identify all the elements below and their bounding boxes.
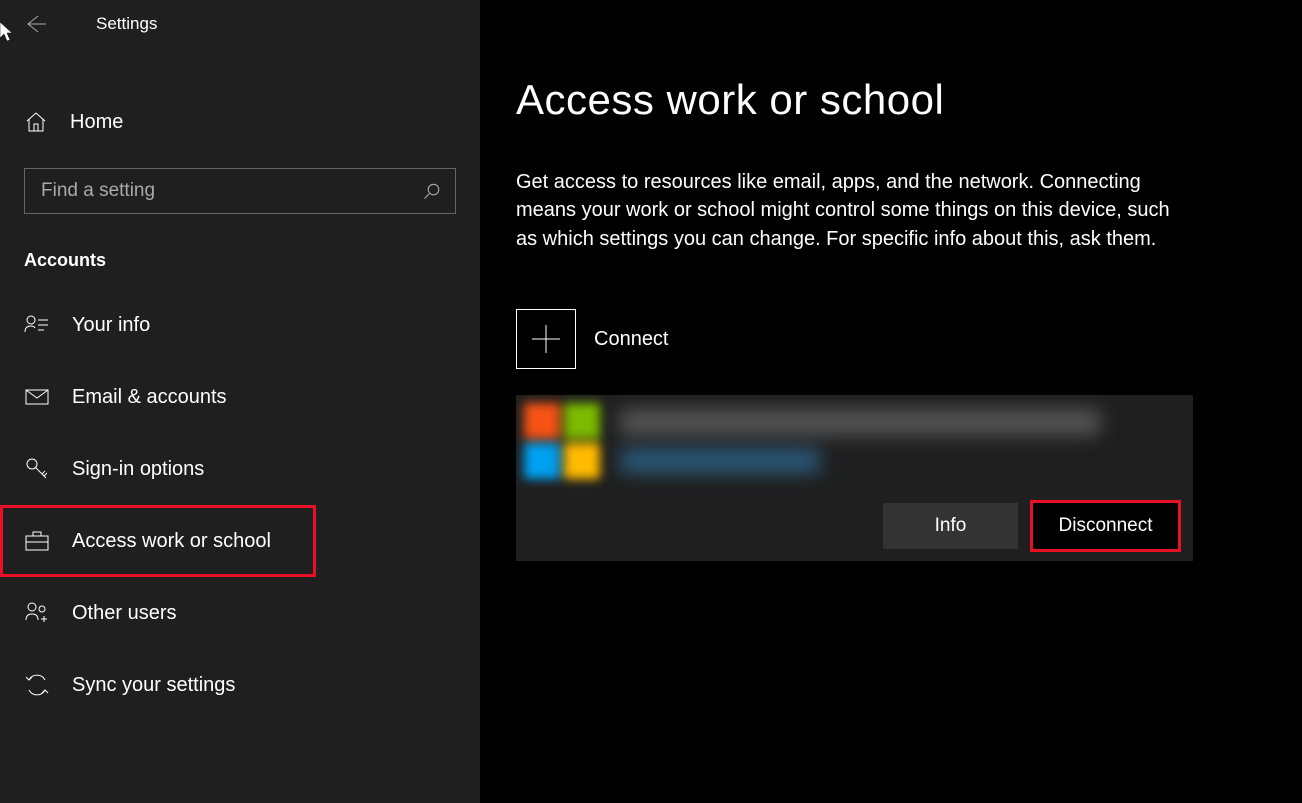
- nav-label: Sign-in options: [72, 458, 204, 481]
- account-card[interactable]: Info Disconnect: [516, 395, 1193, 561]
- people-icon: [24, 600, 50, 626]
- sidebar-item-your-info[interactable]: Your info: [0, 289, 480, 361]
- plus-icon: [528, 321, 564, 357]
- section-header: Accounts: [0, 214, 480, 289]
- account-buttons: Info Disconnect: [516, 487, 1193, 561]
- account-info-row: [516, 395, 1193, 487]
- page-description: Get access to resources like email, apps…: [516, 168, 1176, 253]
- page-title: Access work or school: [516, 76, 1302, 124]
- search-input[interactable]: [41, 180, 423, 202]
- search-icon: [423, 182, 441, 200]
- connect-button[interactable]: Connect: [516, 309, 1302, 369]
- main-content: Access work or school Get access to reso…: [480, 0, 1302, 803]
- windows-logo-icon: [516, 395, 608, 487]
- window-title: Settings: [96, 14, 157, 34]
- disconnect-button[interactable]: Disconnect: [1033, 503, 1178, 549]
- info-button[interactable]: Info: [883, 503, 1018, 549]
- nav-label: Other users: [72, 602, 176, 625]
- nav-label: Access work or school: [72, 530, 271, 553]
- sidebar-item-email-accounts[interactable]: Email & accounts: [0, 361, 480, 433]
- nav-label: Sync your settings: [72, 674, 235, 697]
- sidebar-item-sync-settings[interactable]: Sync your settings: [0, 649, 480, 721]
- mail-icon: [24, 384, 50, 410]
- nav-label: Email & accounts: [72, 386, 227, 409]
- connect-label: Connect: [594, 328, 669, 351]
- home-label: Home: [70, 111, 123, 134]
- sidebar: Settings Home Accounts Your info Email &…: [0, 0, 480, 803]
- account-text-blurred: [608, 409, 1193, 473]
- cursor-icon: [0, 22, 16, 44]
- connect-box: [516, 309, 576, 369]
- sidebar-item-access-work-school[interactable]: Access work or school: [0, 505, 316, 577]
- key-icon: [24, 456, 50, 482]
- header-row: Settings: [0, 0, 480, 48]
- sidebar-home[interactable]: Home: [0, 100, 480, 144]
- nav-label: Your info: [72, 314, 150, 337]
- sidebar-item-other-users[interactable]: Other users: [0, 577, 480, 649]
- back-arrow-icon[interactable]: [24, 12, 48, 36]
- sidebar-item-signin-options[interactable]: Sign-in options: [0, 433, 480, 505]
- search-box[interactable]: [24, 168, 456, 214]
- briefcase-icon: [24, 528, 50, 554]
- home-icon: [24, 110, 48, 134]
- person-icon: [24, 312, 50, 338]
- sync-icon: [24, 672, 50, 698]
